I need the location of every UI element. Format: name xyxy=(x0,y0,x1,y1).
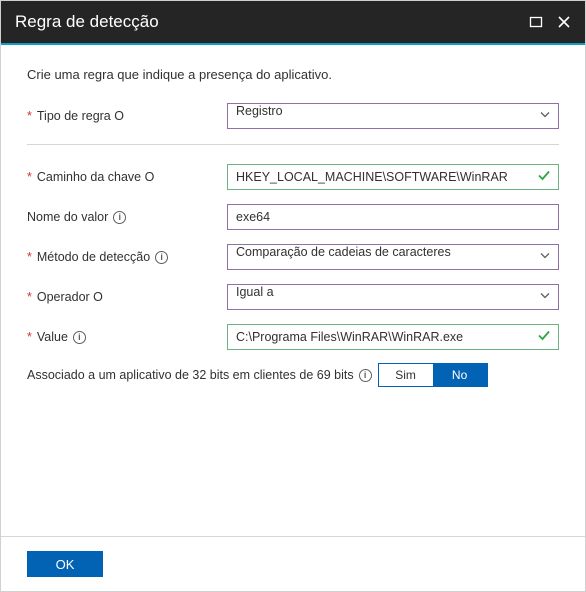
panel-header: Regra de detecção xyxy=(1,1,585,45)
label-text: Tipo de regra O xyxy=(37,109,124,123)
maximize-icon[interactable] xyxy=(529,15,543,29)
label-text: Caminho da chave O xyxy=(37,170,154,184)
toggle-group: Sim No xyxy=(378,363,488,387)
required-indicator: * xyxy=(27,290,32,304)
info-icon[interactable]: i xyxy=(113,211,126,224)
close-icon[interactable] xyxy=(557,15,571,29)
info-icon[interactable]: i xyxy=(73,331,86,344)
value-input[interactable] xyxy=(227,324,559,350)
label-text: Nome do valor xyxy=(27,210,108,224)
rule-type-value: Registro xyxy=(236,104,283,118)
label-key-path: * Caminho da chave O xyxy=(27,170,227,184)
field-rule-type: Registro xyxy=(227,103,559,129)
label-text: Método de detecção xyxy=(37,250,150,264)
value-name-input[interactable] xyxy=(227,204,559,230)
required-indicator: * xyxy=(27,250,32,264)
field-operator: Igual a xyxy=(227,284,559,310)
panel-footer: OK xyxy=(1,536,585,591)
field-key-path xyxy=(227,164,559,190)
field-detect-method: Comparação de cadeias de caracteres xyxy=(227,244,559,270)
detect-method-select[interactable]: Comparação de cadeias de caracteres xyxy=(227,244,559,270)
toggle-no[interactable]: No xyxy=(433,364,487,386)
operator-select[interactable]: Igual a xyxy=(227,284,559,310)
label-detect-method: * Método de detecção i xyxy=(27,250,227,264)
required-indicator: * xyxy=(27,109,32,123)
label-32bit: Associado a um aplicativo de 32 bits em … xyxy=(27,368,372,382)
label-value-name: Nome do valor i xyxy=(27,210,227,224)
info-icon[interactable]: i xyxy=(155,251,168,264)
info-icon[interactable]: i xyxy=(359,369,372,382)
label-operator: * Operador O xyxy=(27,290,227,304)
operator-value: Igual a xyxy=(236,285,274,299)
row-key-path: * Caminho da chave O xyxy=(27,163,559,191)
row-rule-type: * Tipo de regra O Registro xyxy=(27,102,559,130)
label-rule-type: * Tipo de regra O xyxy=(27,109,227,123)
required-indicator: * xyxy=(27,330,32,344)
label-text: Operador O xyxy=(37,290,103,304)
ok-button[interactable]: OK xyxy=(27,551,103,577)
label-text: Value xyxy=(37,330,68,344)
label-value: * Value i xyxy=(27,330,227,344)
field-value-name xyxy=(227,204,559,230)
toggle-yes[interactable]: Sim xyxy=(379,364,433,386)
required-indicator: * xyxy=(27,170,32,184)
field-value xyxy=(227,324,559,350)
label-text: Associado a um aplicativo de 32 bits em … xyxy=(27,368,354,382)
row-32bit-toggle: Associado a um aplicativo de 32 bits em … xyxy=(27,363,559,387)
row-value: * Value i xyxy=(27,323,559,351)
header-actions xyxy=(529,15,571,29)
detect-method-value: Comparação de cadeias de caracteres xyxy=(236,245,451,259)
panel-content: Crie uma regra que indique a presença do… xyxy=(1,45,585,387)
row-operator: * Operador O Igual a xyxy=(27,283,559,311)
divider xyxy=(27,144,559,145)
row-detect-method: * Método de detecção i Comparação de cad… xyxy=(27,243,559,271)
panel-title: Regra de detecção xyxy=(15,12,159,32)
row-value-name: Nome do valor i xyxy=(27,203,559,231)
rule-type-select[interactable]: Registro xyxy=(227,103,559,129)
intro-text: Crie uma regra que indique a presença do… xyxy=(27,67,559,82)
key-path-input[interactable] xyxy=(227,164,559,190)
